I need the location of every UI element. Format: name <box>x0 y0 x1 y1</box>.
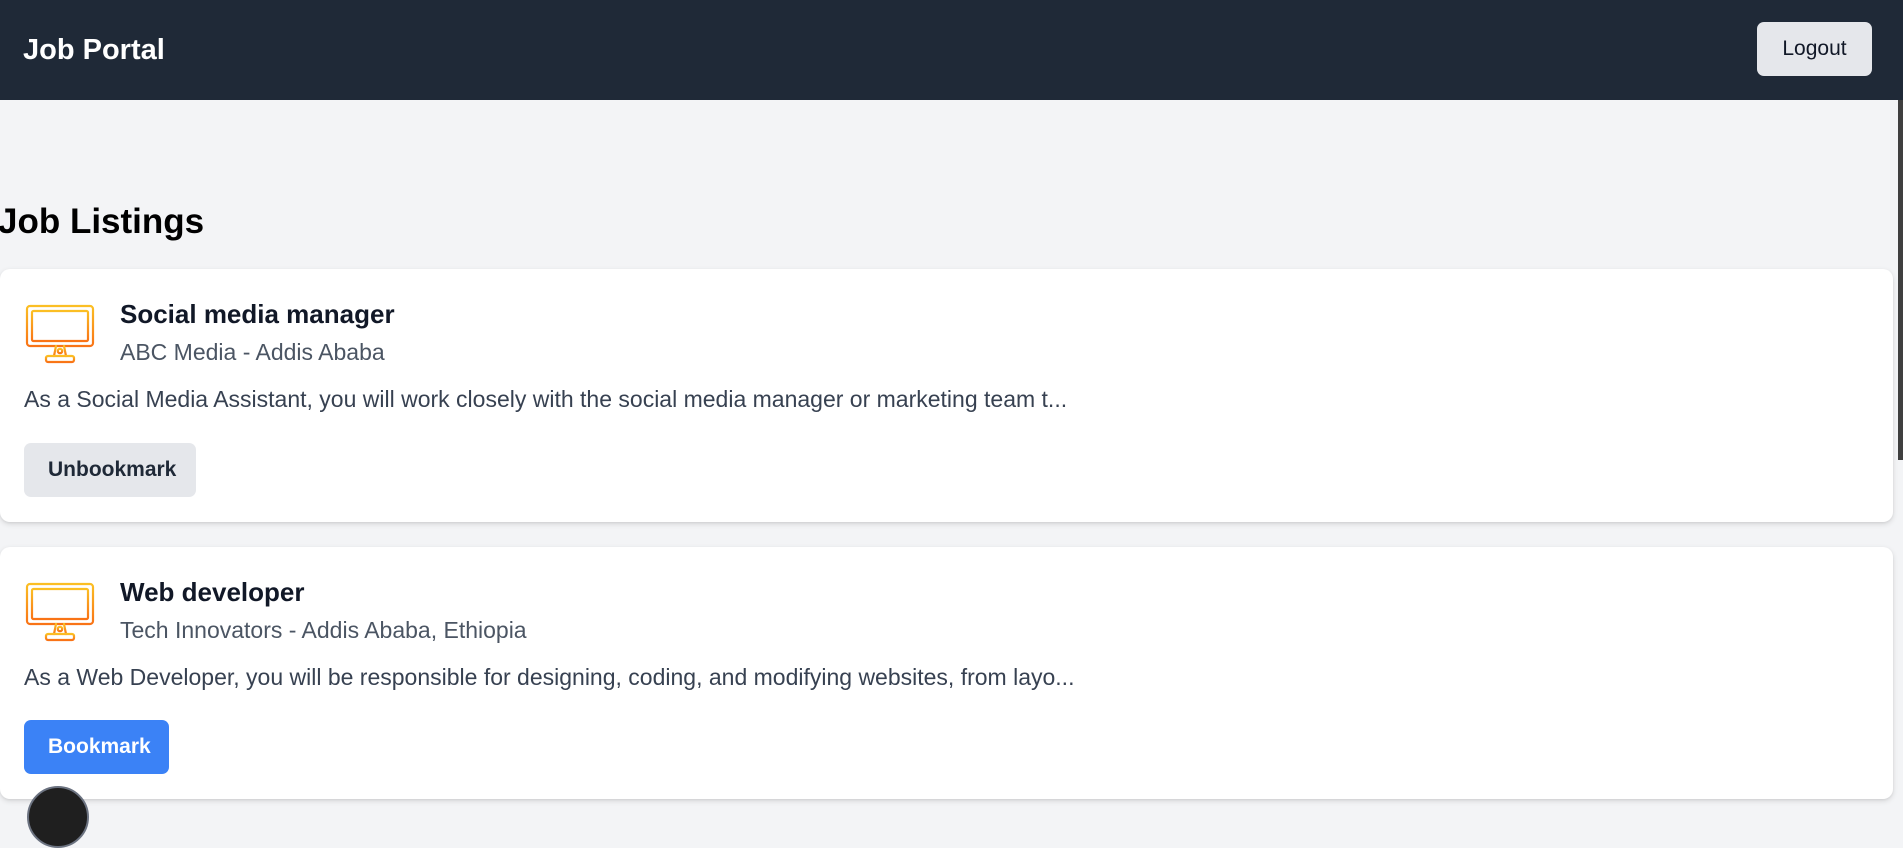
brand-title[interactable]: Job Portal <box>23 32 165 68</box>
job-description: As a Social Media Assistant, you will wo… <box>24 386 1068 412</box>
job-company-location: Tech Innovators - Addis Ababa, Ethiopia <box>120 617 527 643</box>
job-title[interactable]: Social media manager <box>120 297 395 331</box>
job-card[interactable]: Web developer Tech Innovators - Addis Ab… <box>0 547 1893 799</box>
unbookmark-button[interactable]: Unbookmark <box>24 443 196 497</box>
job-title[interactable]: Web developer <box>120 575 304 609</box>
job-card[interactable]: Social media manager ABC Media - Addis A… <box>0 269 1893 522</box>
scrollbar[interactable] <box>1898 100 1903 460</box>
logout-button[interactable]: Logout <box>1757 22 1872 76</box>
monitor-icon <box>25 296 95 364</box>
job-company-location: ABC Media - Addis Ababa <box>120 339 385 365</box>
floating-avatar[interactable] <box>27 786 89 848</box>
top-navbar: Job Portal Logout <box>0 0 1903 100</box>
bookmark-button[interactable]: Bookmark <box>24 720 169 774</box>
page-heading: Job Listings <box>0 202 205 241</box>
job-description: As a Web Developer, you will be responsi… <box>24 664 1075 690</box>
monitor-icon <box>25 574 95 642</box>
